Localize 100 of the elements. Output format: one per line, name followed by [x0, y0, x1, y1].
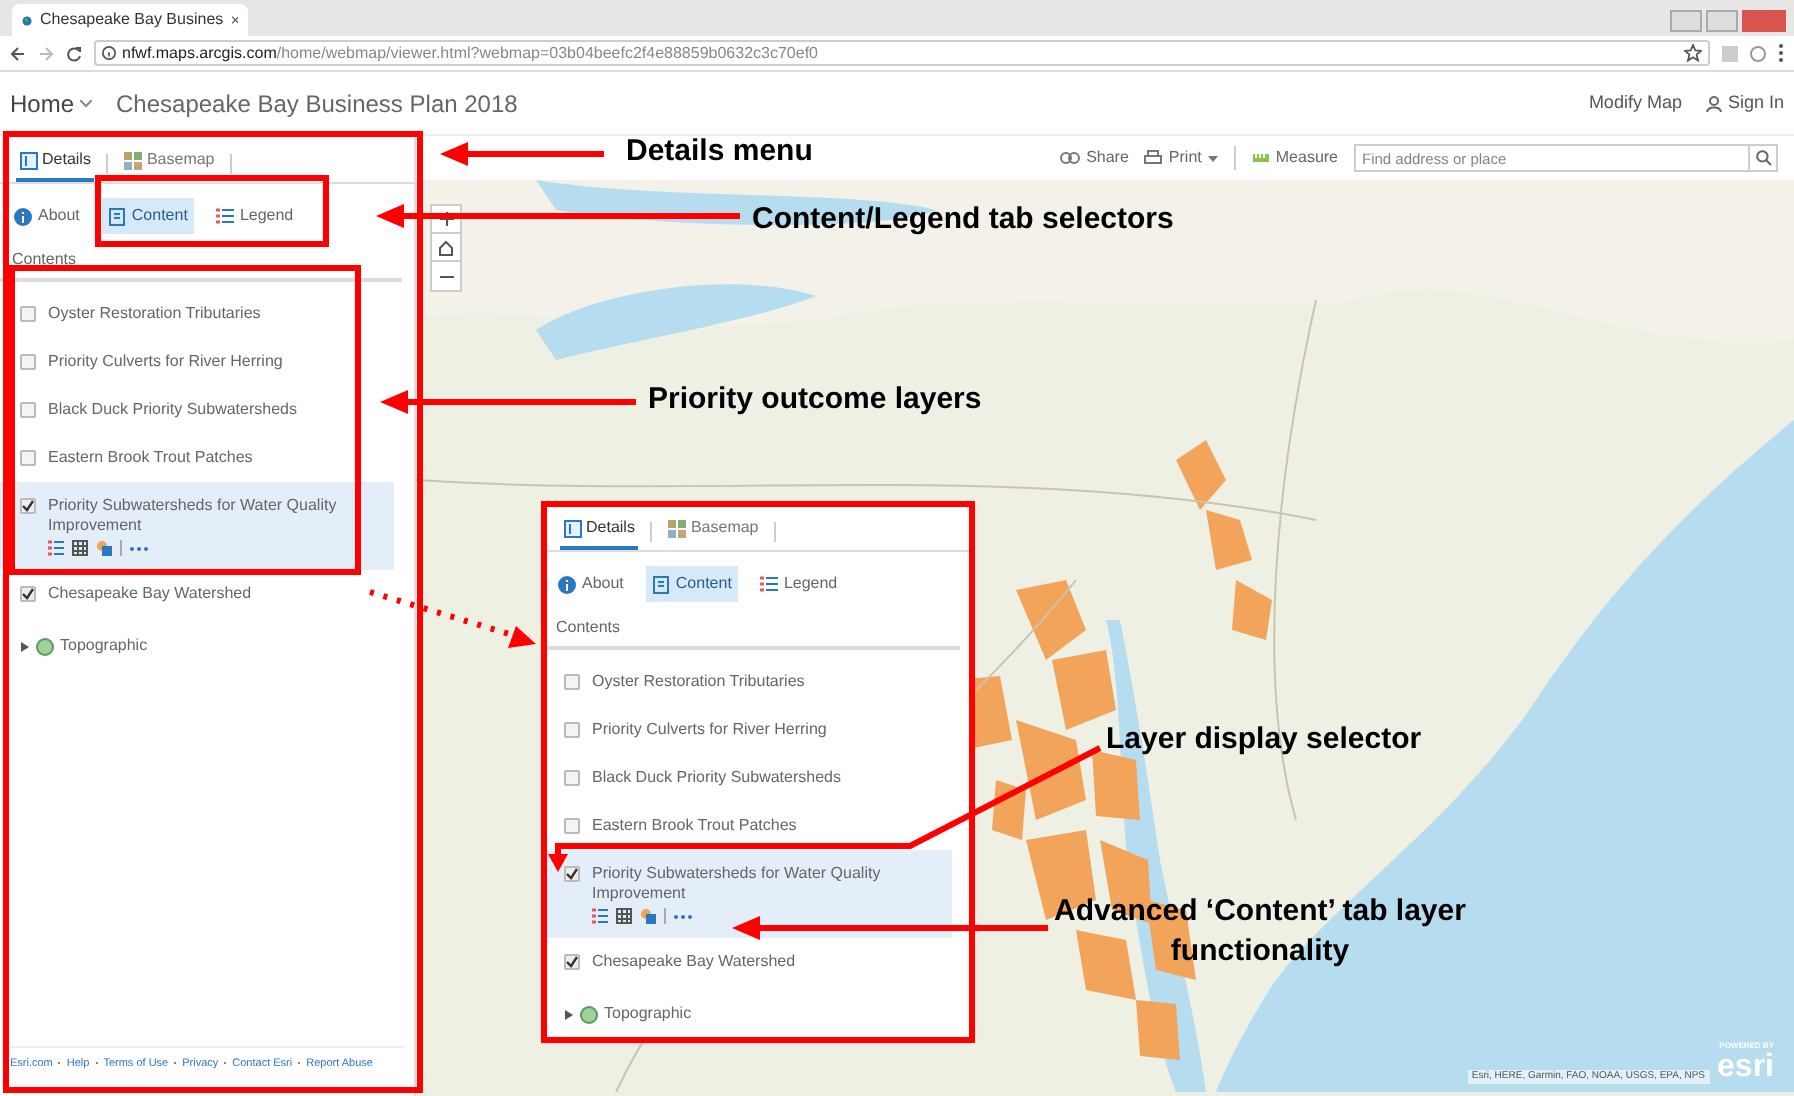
check-icon: [22, 500, 34, 512]
search-button[interactable]: [1748, 146, 1776, 170]
style-button[interactable]: [640, 908, 656, 924]
modify-map-link[interactable]: Modify Map: [1588, 89, 1682, 117]
table-button[interactable]: [616, 908, 632, 924]
esri-logo: esri: [1717, 1052, 1774, 1084]
print-button[interactable]: Print: [1144, 146, 1218, 170]
panel-tab[interactable]: Details: [560, 516, 639, 550]
layer-checkbox[interactable]: [564, 818, 580, 834]
plus-icon: [439, 212, 453, 226]
sign-in-link[interactable]: Sign In: [1705, 89, 1784, 117]
layer-checkbox[interactable]: [20, 402, 36, 418]
layer-name: Eastern Brook Trout Patches: [592, 816, 797, 836]
legend-button[interactable]: [48, 540, 64, 556]
layer-name: Black Duck Priority Subwatersheds: [592, 768, 841, 788]
view-tab[interactable]: Content: [101, 198, 194, 234]
layer-checkbox[interactable]: [20, 354, 36, 370]
layer-name: Priority Subwatersheds for Water Quality Improvement: [592, 864, 883, 904]
layer-row[interactable]: Priority Subwatersheds for Water Quality Improvement: [544, 850, 952, 938]
user-icon: [1705, 95, 1722, 111]
check-icon: [566, 868, 578, 880]
globe-icon: [22, 11, 33, 29]
check-icon: [566, 956, 578, 968]
more-icon: [674, 913, 692, 919]
menu-icon[interactable]: [1778, 44, 1784, 62]
document-icon: [651, 575, 670, 593]
table-icon: [72, 540, 88, 556]
layer-checkbox[interactable]: [564, 674, 580, 690]
close-icon[interactable]: [231, 14, 238, 26]
style-button[interactable]: [96, 540, 112, 556]
document-icon: [564, 519, 582, 537]
info-icon: [14, 207, 32, 225]
caret-right-icon: [20, 641, 30, 651]
document-icon: [20, 151, 38, 169]
ruler-icon: [1251, 150, 1270, 166]
address-bar[interactable]: nfwf.maps.arcgis.com/home/webmap/viewer.html?webmap=03b04beefc2f4e88859b0632c3c70ef0: [94, 40, 1710, 66]
layer-checkbox[interactable]: [20, 306, 36, 322]
view-tab[interactable]: Content: [645, 566, 738, 602]
measure-button[interactable]: Measure: [1251, 146, 1338, 170]
layer-name: Priority Culverts for River Herring: [592, 720, 827, 740]
layer-row[interactable]: Priority Subwatersheds for Water Quality Improvement: [0, 482, 394, 570]
layer-name: Oyster Restoration Tributaries: [48, 304, 261, 324]
view-tab[interactable]: Legend: [753, 566, 844, 602]
layer-name: Oyster Restoration Tributaries: [592, 672, 805, 692]
layer-checkbox[interactable]: [20, 450, 36, 466]
check-icon: [22, 588, 34, 600]
layer-checkbox[interactable]: [564, 770, 580, 786]
house-icon: [438, 239, 454, 255]
more-icon: [130, 545, 148, 551]
palette-icon: [640, 908, 656, 924]
layer-name: Eastern Brook Trout Patches: [48, 448, 253, 468]
layer-checkbox[interactable]: [564, 954, 580, 970]
view-tab[interactable]: About: [552, 566, 630, 602]
url-text: nfwf.maps.arcgis.com/home/webmap/viewer.html?webmap=03b04beefc2f4e88859b0632c3c70ef0: [122, 41, 818, 65]
layer-checkbox[interactable]: [564, 866, 580, 882]
info-icon: [102, 46, 116, 60]
share-button[interactable]: Share: [1060, 146, 1129, 170]
layer-checkbox[interactable]: [20, 586, 36, 602]
annotation-label: Details menu: [626, 132, 813, 172]
table-button[interactable]: [72, 540, 88, 556]
grid-icon: [668, 519, 687, 537]
layer-name: Chesapeake Bay Watershed: [48, 584, 252, 604]
panel-tab[interactable]: Details: [16, 148, 95, 182]
search-icon: [1755, 150, 1771, 166]
tab-title: Chesapeake Bay Busines: [40, 8, 224, 32]
reload-icon[interactable]: [66, 45, 82, 61]
layer-name: Priority Subwatersheds for Water Quality Improvement: [48, 496, 339, 536]
more-button[interactable]: [674, 913, 692, 919]
panel-tab[interactable]: Basemap: [664, 516, 763, 550]
list-icon: [48, 540, 64, 556]
layer-checkbox[interactable]: [564, 722, 580, 738]
palette-icon: [96, 540, 112, 556]
annotation-label: Layer display selector: [1106, 720, 1422, 760]
view-tab[interactable]: Legend: [209, 198, 300, 234]
expand-toggle[interactable]: [564, 1009, 574, 1019]
more-button[interactable]: [130, 545, 148, 551]
zoom-in-button[interactable]: [432, 206, 460, 234]
globe-icon: [36, 637, 54, 655]
map-title: Chesapeake Bay Business Plan 2018: [116, 87, 518, 121]
star-icon[interactable]: [1684, 44, 1702, 62]
legend-button[interactable]: [592, 908, 608, 924]
browser-tab[interactable]: Chesapeake Bay Busines: [12, 4, 248, 36]
layer-name: Black Duck Priority Subwatersheds: [48, 400, 297, 420]
view-tab[interactable]: About: [8, 198, 86, 234]
layer-name: Priority Culverts for River Herring: [48, 352, 283, 372]
section-heading: Contents: [544, 616, 960, 650]
list-icon: [215, 207, 234, 225]
info-icon: [558, 575, 576, 593]
panel-tab[interactable]: Basemap: [120, 148, 219, 182]
basemap-name: Topographic: [60, 634, 148, 658]
basemap-name: Topographic: [604, 1002, 692, 1026]
printer-icon: [1144, 150, 1163, 166]
back-icon[interactable]: [10, 45, 26, 61]
link-icon: [1060, 152, 1081, 164]
annotation-label: Priority outcome layers: [648, 380, 982, 420]
home-menu[interactable]: Home: [10, 85, 93, 121]
layer-checkbox[interactable]: [20, 498, 36, 514]
table-icon: [616, 908, 632, 924]
grid-icon: [124, 151, 143, 169]
expand-toggle[interactable]: [20, 641, 30, 651]
